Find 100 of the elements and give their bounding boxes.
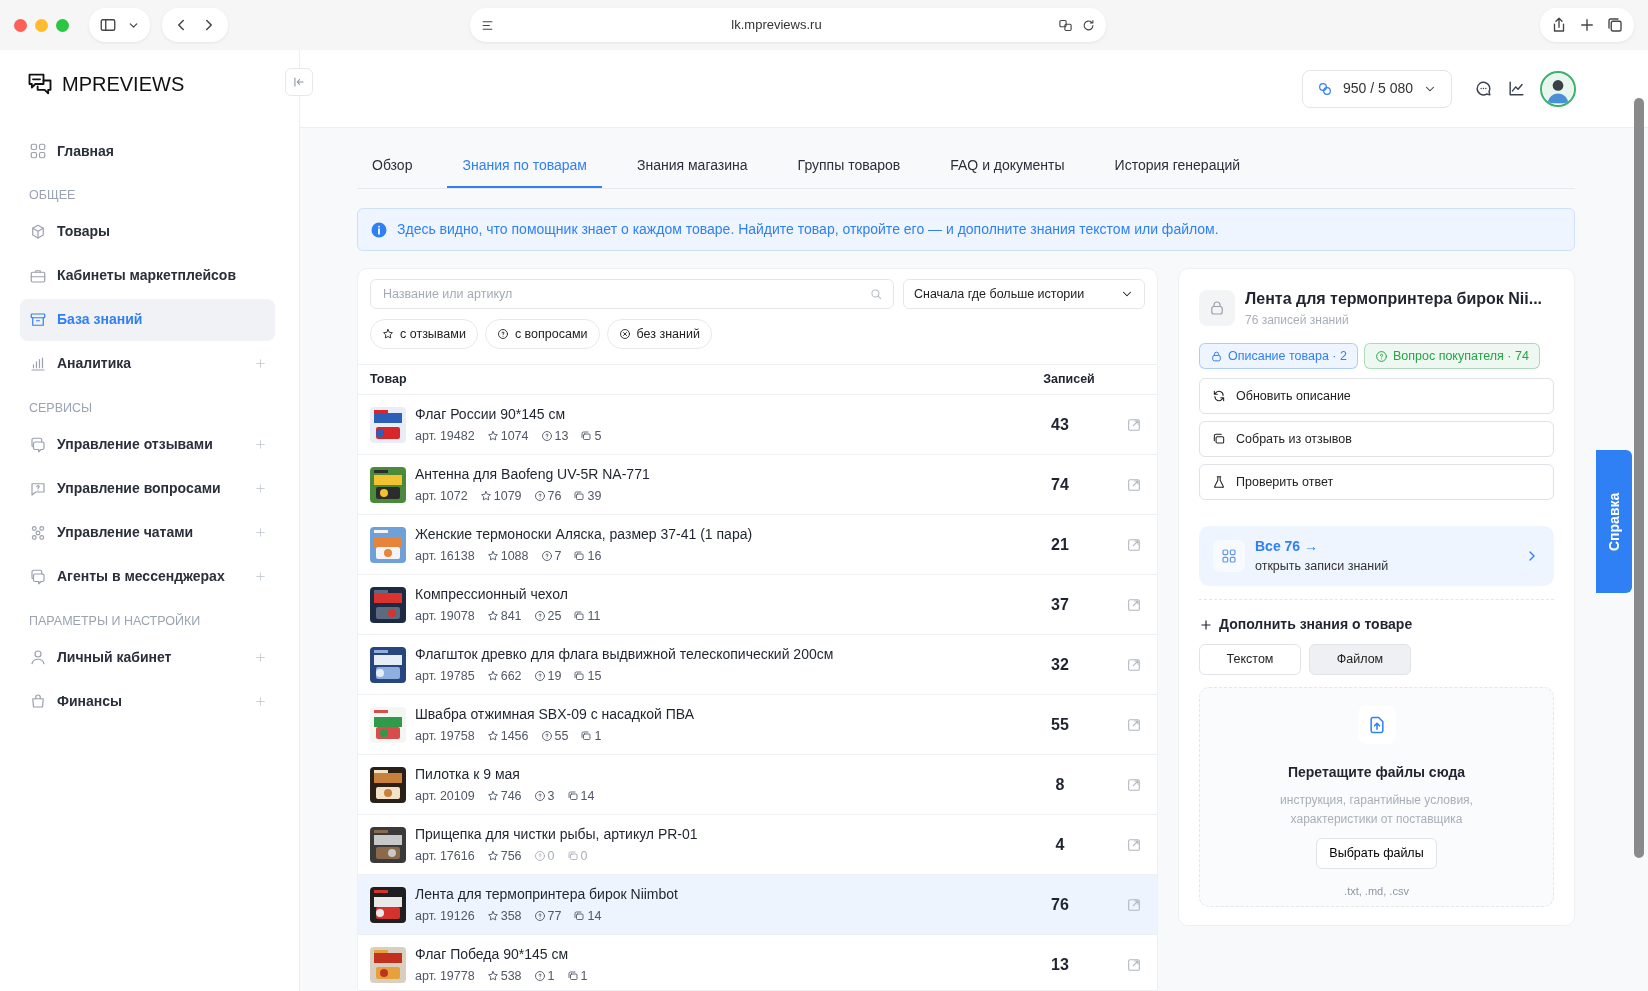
product-row[interactable]: Пилотка к 9 мая арт. 20109 746 3 14 8 [358,755,1157,815]
reviews-icon [573,670,586,682]
sidebar-item[interactable]: Главная [20,130,275,172]
rating-count: 1074 [500,427,529,445]
reload-icon [1081,17,1096,33]
chat-bubbles-icon [29,567,47,586]
external-link-icon [1126,956,1142,973]
balance-button[interactable]: 950 / 5 080 [1301,69,1452,108]
grid-icon [29,142,47,160]
sidebar-item[interactable]: Управление вопросами [20,467,275,510]
grid-icon [1221,548,1237,564]
sidebar-item[interactable]: Управление отзывами [20,423,275,466]
collapse-button[interactable] [285,68,313,96]
action-button[interactable]: Собрать из отзывов [1199,421,1554,457]
scrollbar[interactable] [1634,98,1644,858]
sort-dropdown[interactable]: Сначала где больше истории [903,279,1145,309]
section-heading: Дополнить знания о товаре [1219,615,1413,634]
notice-text: Здесь видно, что помощник знает о каждом товаре. Найдите товар, откройте его — и дополните знания текстом или файлом. [397,220,1219,239]
section-heading: ПАРАМЕТРЫ И НАСТРОЙКИ [28,612,202,630]
reviews-count: 5 [594,427,602,445]
filter-chip[interactable]: с вопросами [484,319,600,349]
questions-count: 13 [554,427,569,445]
minimize-button[interactable] [35,18,48,32]
info-icon [370,220,388,239]
tab[interactable]: FAQ и документы [935,145,1080,188]
product-name: Лента для термопринтера бирок Niimbot [415,884,679,904]
close-button[interactable] [14,18,27,32]
sidebar-item[interactable]: Управление чатами [20,511,275,554]
help-tab[interactable]: Справка [1596,450,1632,593]
sidebar-item[interactable]: Финансы [20,680,275,723]
questions-count: 3 [547,787,555,805]
product-row[interactable]: Женские термоноски Аляска, размер 37-41 (1 пара) арт. 16138 1088 7 16 21 [358,515,1157,575]
plus-icon [254,570,267,583]
product-row[interactable]: Флагшток древко для флага выдвижной телескопический 200см арт. 19785 662 19 15 32 [358,635,1157,695]
product-row[interactable]: Флаг России 90*145 см арт. 19482 1074 13 5 43 [358,395,1157,455]
choose-files-button[interactable]: Выбрать файлы [1316,838,1437,870]
search-field[interactable]: Название или артикул [381,283,869,305]
question-icon [533,490,546,502]
plus-icon [254,482,267,495]
plus-icon [1199,617,1213,632]
star-icon [486,430,499,442]
drop-zone[interactable]: Перетащите файлы сюда инструкция, гарантийные условия, характеристики от поставщика Выбрать файлы .txt, .md, .csv [1199,687,1554,907]
reviews-icon [1212,432,1226,446]
chart-button[interactable] [1507,79,1526,98]
sidebar-button[interactable] [89,8,150,42]
article-number: арт. 19785 [415,667,475,685]
chat-button[interactable] [1474,79,1493,98]
refresh-icon [1212,389,1226,403]
product-name: Женские термоноски Аляска, размер 37-41 (1 пара) [415,524,754,544]
tab[interactable]: Знания магазина [622,145,763,188]
reviews-count: 16 [587,547,602,565]
reviews-count: 1 [580,967,588,985]
records-count: 8 [1054,774,1066,795]
star-icon [486,610,499,622]
product-row[interactable]: Флаг Победа 90*145 см арт. 19778 538 1 1 13 [358,935,1157,990]
reviews-count: 14 [587,907,602,925]
star-icon [382,328,394,340]
article-number: арт. 19078 [415,607,475,625]
avatar[interactable] [1540,70,1576,107]
product-row[interactable]: Швабра отжимная SBX-09 с насадкой ПВА арт. 19758 1456 55 1 55 [358,695,1157,755]
product-row[interactable]: Компрессионный чехол арт. 19078 841 25 11 37 [358,575,1157,635]
mode-toggle[interactable]: Текстом [1199,644,1301,675]
action-button[interactable]: Обновить описание [1199,378,1554,414]
tab[interactable]: Обзор [357,145,428,188]
sidebar-item[interactable]: Личный кабинет [20,636,275,679]
star-icon [486,790,499,802]
product-name: Флаг России 90*145 см [415,404,567,424]
sidebar-item[interactable]: Аналитика [20,342,275,385]
filter-chip[interactable]: с отзывами [370,319,478,349]
external-link-icon [1126,776,1142,793]
address-bar[interactable]: lk.mpreviews.ru [470,8,1106,42]
all-records-link[interactable]: Все 76 → открыть записи знаний [1199,526,1554,586]
tab[interactable]: Группы товаров [782,145,916,188]
questions-count: 77 [547,907,562,925]
plus-icon [254,694,267,708]
reviews-icon [580,730,593,742]
search-box[interactable]: Название или артикул [370,279,894,309]
tab[interactable]: Знания по товарам [447,145,602,188]
mode-toggle[interactable]: Файлом [1309,644,1411,675]
product-row[interactable]: Антенна для Baofeng UV-5R NA-771 арт. 1072 1079 76 39 74 [358,455,1157,515]
article-number: арт. 20109 [415,787,475,805]
drop-hint: инструкция, гарантийные условия, характеристики от поставщика [1279,792,1474,828]
rating-count: 358 [500,907,522,925]
tabs-icon [1606,16,1624,34]
rating-count: 756 [500,847,522,865]
sidebar-item[interactable]: Товары [20,210,275,253]
records-count: 37 [1050,594,1070,615]
product-name: Компрессионный чехол [415,584,569,604]
all-records-title: Все 76 → [1255,537,1320,557]
sidebar-item[interactable]: Агенты в мессенджерах [20,555,275,598]
product-name: Пилотка к 9 мая [415,764,521,784]
zoom-button[interactable] [56,18,69,32]
sidebar-item[interactable]: Кабинеты маркетплейсов [20,254,275,297]
filter-chip[interactable]: без знаний [606,319,712,349]
product-row[interactable]: Лента для термопринтера бирок Niimbot арт. 19126 358 77 14 76 [358,875,1157,935]
tab[interactable]: История генераций [1099,145,1256,188]
chat-bubbles-icon [29,435,47,454]
external-link-icon [1126,536,1142,553]
line-chart-icon [1507,79,1526,98]
action-button[interactable]: Проверить ответ [1199,464,1554,500]
